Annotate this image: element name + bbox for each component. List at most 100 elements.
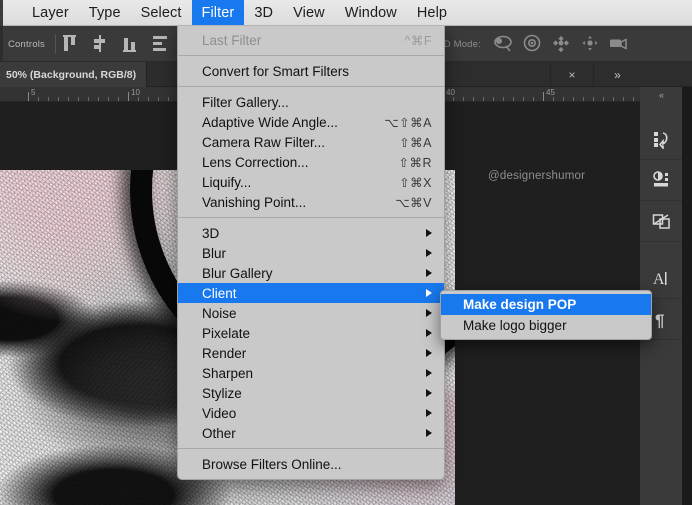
dock-collapse-button[interactable]: « — [640, 87, 682, 103]
pan-3d-icon[interactable] — [549, 33, 574, 55]
orbit-3d-icon[interactable] — [491, 33, 516, 55]
menu-item-pixelate[interactable]: Pixelate — [178, 323, 444, 343]
ruler-tick-minor — [48, 97, 49, 101]
ruler-tick-minor — [623, 97, 624, 101]
submenu-arrow-icon — [426, 329, 432, 337]
menubar-item-label: Filter — [202, 5, 235, 21]
menubar-item-window[interactable]: Window — [335, 0, 407, 25]
menubar-item-view[interactable]: View — [283, 0, 335, 25]
menu-item-other[interactable]: Other — [178, 423, 444, 443]
document-tab[interactable]: 50% (Background, RGB/8) — [0, 62, 147, 87]
menu-bar[interactable]: Layer TypeSelect Filter 3D View Window Help — [0, 0, 692, 26]
menu-item-label: Convert for Smart Filters — [202, 64, 349, 79]
menu-item-label: Pixelate — [202, 326, 250, 341]
submenu-item-make-logo-bigger[interactable]: Make logo bigger — [441, 315, 651, 336]
menu-item-label: Other — [202, 426, 236, 441]
ruler-tick-minor — [138, 97, 139, 101]
ruler-tick-minor — [503, 97, 504, 101]
menu-item-shortcut: ⇧⌘X — [399, 175, 432, 190]
menu-item-shortcut: ⇧⌘A — [399, 135, 432, 150]
menu-item-convert-for-smart-filters[interactable]: Convert for Smart Filters — [178, 61, 444, 81]
menubar-item-type[interactable]: Type — [79, 0, 131, 25]
submenu-arrow-icon — [426, 429, 432, 437]
ruler-tick-minor — [58, 97, 59, 101]
submenu-item-make-design-pop[interactable]: Make design POP — [441, 294, 651, 315]
submenu-arrow-icon — [426, 309, 432, 317]
menu-item-label: Liquify... — [202, 175, 251, 190]
align-bottom-edges-icon[interactable] — [120, 33, 146, 55]
camera-3d-icon[interactable] — [607, 33, 632, 55]
menu-item-3d[interactable]: 3D — [178, 223, 444, 243]
filter-dropdown-menu[interactable]: Last Filter^⌘FConvert for Smart FiltersF… — [177, 24, 445, 480]
menubar-item-help[interactable]: Help — [407, 0, 457, 25]
menu-item-shortcut: ⌥⇧⌘A — [384, 115, 432, 130]
ruler-label: 40 — [446, 88, 455, 97]
menu-separator — [178, 86, 444, 87]
ruler-tick-minor — [583, 97, 584, 101]
menu-item-camera-raw-filter[interactable]: Camera Raw Filter... ⇧⌘A — [178, 132, 444, 152]
align-top-edges-icon[interactable] — [60, 33, 86, 55]
history-panel-icon[interactable] — [640, 119, 682, 160]
layers-panel-icon[interactable] — [640, 201, 682, 242]
submenu-arrow-icon — [426, 289, 432, 297]
menu-item-render[interactable]: Render — [178, 343, 444, 363]
menu-item-lens-correction[interactable]: Lens Correction... ⇧⌘R — [178, 152, 444, 172]
menu-item-vanishing-point[interactable]: Vanishing Point...⌥⌘V — [178, 192, 444, 212]
menu-item-shortcut: ⇧⌘R — [398, 155, 432, 170]
ruler-tick-minor — [118, 97, 119, 101]
menubar-item-layer[interactable]: Layer — [22, 0, 79, 25]
menubar-item-filter[interactable]: Filter — [192, 0, 245, 25]
menu-item-stylize[interactable]: Stylize — [178, 383, 444, 403]
menu-item-blur-gallery[interactable]: Blur Gallery — [178, 263, 444, 283]
menu-item-adaptive-wide-angle[interactable]: Adaptive Wide Angle...⌥⇧⌘A — [178, 112, 444, 132]
menu-item-label: Sharpen — [202, 366, 253, 381]
ruler-tick-minor — [158, 97, 159, 101]
adjustments-panel-icon[interactable] — [640, 160, 682, 201]
client-submenu[interactable]: Make design POPMake logo bigger — [440, 290, 652, 340]
menu-item-label: 3D — [202, 226, 219, 241]
menu-item-sharpen[interactable]: Sharpen — [178, 363, 444, 383]
slide-3d-icon[interactable] — [578, 33, 603, 55]
menubar-item-3d[interactable]: 3D — [244, 0, 283, 25]
ruler-tick-minor — [493, 97, 494, 101]
menu-item-client[interactable]: Client — [178, 283, 444, 303]
ruler-tick-minor — [473, 97, 474, 101]
menubar-item-label: Layer — [32, 5, 69, 21]
menu-item-label: Last Filter — [202, 33, 261, 48]
menu-separator — [178, 55, 444, 56]
menu-item-blur[interactable]: Blur — [178, 243, 444, 263]
submenu-arrow-icon — [426, 229, 432, 237]
menu-item-liquify[interactable]: Liquify... ⇧⌘X — [178, 172, 444, 192]
menu-separator — [178, 448, 444, 449]
roll-3d-icon[interactable] — [520, 33, 545, 55]
ruler-tick-minor — [603, 97, 604, 101]
menubar-item-select[interactable]: Select — [131, 0, 192, 25]
controls-label: Controls — [6, 39, 53, 50]
ruler-tick-minor — [148, 97, 149, 101]
menu-item-video[interactable]: Video — [178, 403, 444, 423]
photoshop-window: @designershumor 51015354045 — [0, 0, 692, 505]
menubar-item-label: Window — [345, 5, 397, 21]
menu-item-label: Camera Raw Filter... — [202, 135, 325, 150]
menu-item-shortcut: ⌥⌘V — [395, 195, 432, 210]
ruler-tick-minor — [38, 97, 39, 101]
menu-item-label: Stylize — [202, 386, 242, 401]
close-icon[interactable]: × — [550, 62, 594, 87]
align-vertical-centers-icon[interactable] — [90, 33, 116, 55]
menu-item-noise[interactable]: Noise — [178, 303, 444, 323]
menu-item-label: Noise — [202, 306, 237, 321]
menu-item-filter-gallery[interactable]: Filter Gallery... — [178, 92, 444, 112]
menubar-item-label: View — [293, 5, 325, 21]
distribute-left-edges-icon[interactable] — [150, 33, 176, 55]
tab-overflow-icon[interactable]: » — [594, 62, 640, 87]
menubar-item-label: Help — [417, 5, 447, 21]
svg-text:A: A — [653, 271, 665, 288]
menu-item-label: Lens Correction... — [202, 155, 309, 170]
ruler-tick-minor — [513, 97, 514, 101]
menu-item-label: Render — [202, 346, 246, 361]
submenu-arrow-icon — [426, 349, 432, 357]
ruler-label: 10 — [131, 88, 140, 97]
menu-item-browse-filters-online[interactable]: Browse Filters Online... — [178, 454, 444, 474]
submenu-arrow-icon — [426, 389, 432, 397]
ruler-tick-minor — [563, 97, 564, 101]
